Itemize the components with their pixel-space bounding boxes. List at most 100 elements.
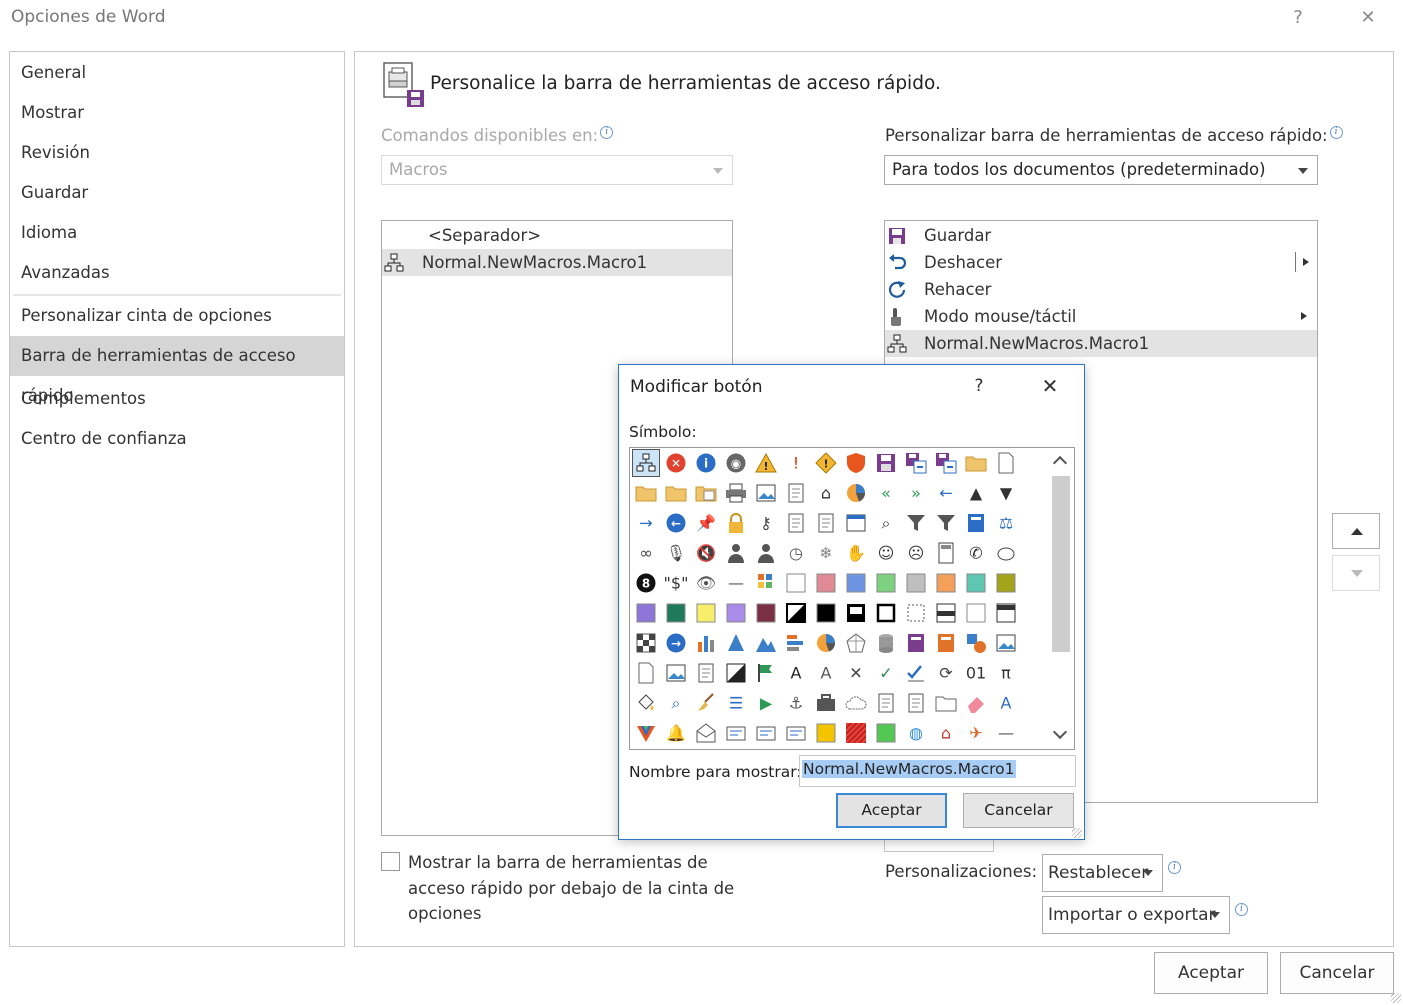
blue-square-icon[interactable]: [843, 570, 869, 596]
dialog-ok-button[interactable]: Aceptar: [836, 793, 947, 828]
check-list-icon[interactable]: [903, 660, 929, 686]
page-play-icon[interactable]: [813, 510, 839, 536]
signpost-icon[interactable]: ✈: [963, 720, 989, 746]
green-square-icon[interactable]: [873, 570, 899, 596]
smile-icon[interactable]: ☺: [873, 540, 899, 566]
cone-icon[interactable]: [723, 630, 749, 656]
list-item[interactable]: Guardar: [885, 222, 1317, 249]
cancel-button[interactable]: Cancelar: [1280, 952, 1394, 994]
bar-square-icon[interactable]: [933, 600, 959, 626]
printer-icon[interactable]: [723, 480, 749, 506]
black-square-icon[interactable]: [813, 600, 839, 626]
clipboard-icon[interactable]: [903, 690, 929, 716]
warning-diamond-icon[interactable]: !: [813, 450, 839, 476]
mute-icon[interactable]: 🔇: [693, 540, 719, 566]
radar-icon[interactable]: [843, 630, 869, 656]
info-circle-icon[interactable]: i: [693, 450, 719, 476]
pie-icon[interactable]: [813, 630, 839, 656]
microphone-icon[interactable]: 🎙: [663, 540, 689, 566]
cloud-icon[interactable]: [843, 690, 869, 716]
sad-icon[interactable]: ☹: [903, 540, 929, 566]
filter-alt-icon[interactable]: [933, 510, 959, 536]
triangle-down-icon[interactable]: ▼: [993, 480, 1019, 506]
list-item[interactable]: Deshacer: [885, 249, 1317, 276]
calendar-icon[interactable]: [843, 510, 869, 536]
copy-icon[interactable]: [873, 690, 899, 716]
double-left-icon[interactable]: «: [873, 480, 899, 506]
lavender-square-icon[interactable]: [723, 600, 749, 626]
folder-doc-icon[interactable]: [693, 480, 719, 506]
book-icon[interactable]: [963, 510, 989, 536]
nav-item-trust-center[interactable]: Centro de confianza: [10, 419, 344, 459]
eraser-icon[interactable]: [963, 690, 989, 716]
white-square-icon[interactable]: [783, 570, 809, 596]
bar-chart-icon[interactable]: [693, 630, 719, 656]
key-icon[interactable]: ⚷: [753, 510, 779, 536]
mountains-icon[interactable]: [753, 630, 779, 656]
macro-icon[interactable]: [633, 450, 659, 476]
nav-item-proofing[interactable]: Revisión: [10, 133, 344, 173]
script-a-icon[interactable]: A: [993, 690, 1019, 716]
symbol-grid[interactable]: ✕i◉!!!⌂«»←▲▼→←📌⚷⌕⚖∞🎙🔇◷❄✋☺☹✆8"$"👁—→AA✕✓⟳0…: [629, 447, 1075, 750]
document-icon[interactable]: [993, 450, 1019, 476]
phone-icon[interactable]: ✆: [963, 540, 989, 566]
maroon-square-icon[interactable]: [753, 600, 779, 626]
lock-icon[interactable]: [723, 510, 749, 536]
darkgreen-square-icon[interactable]: [663, 600, 689, 626]
play-icon[interactable]: ▶: [753, 690, 779, 716]
submenu-arrow-icon[interactable]: [1303, 258, 1309, 266]
bell-icon[interactable]: 🔔: [663, 720, 689, 746]
orange-book-icon[interactable]: [933, 630, 959, 656]
cancel-circle-icon[interactable]: ✕: [663, 450, 689, 476]
dialog-resize-grip[interactable]: [1072, 828, 1082, 838]
resize-grip[interactable]: [1391, 993, 1401, 1003]
binary-icon[interactable]: 01: [963, 660, 989, 686]
nav-item-customize-ribbon[interactable]: Personalizar cinta de opciones: [10, 296, 344, 336]
green-block-icon[interactable]: [873, 720, 899, 746]
text-a-icon[interactable]: A: [783, 660, 809, 686]
check-card-icon[interactable]: [783, 720, 809, 746]
toolbox-icon[interactable]: [813, 690, 839, 716]
database-icon[interactable]: [873, 630, 899, 656]
blank-page-icon[interactable]: [633, 660, 659, 686]
scroll-up-icon[interactable]: [1053, 456, 1067, 470]
page-copy-icon[interactable]: [783, 510, 809, 536]
shapes-icon[interactable]: [963, 630, 989, 656]
diagonal-icon[interactable]: [723, 660, 749, 686]
scales-icon[interactable]: ⚖: [993, 510, 1019, 536]
orange-square-icon[interactable]: [933, 570, 959, 596]
circle-arrow-icon[interactable]: →: [663, 630, 689, 656]
filter-icon[interactable]: [903, 510, 929, 536]
commands-dropdown[interactable]: Macros: [381, 155, 733, 185]
olive-square-icon[interactable]: [993, 570, 1019, 596]
scroll-down-icon[interactable]: [1053, 725, 1067, 739]
notepad-icon[interactable]: [783, 480, 809, 506]
text-a-grey-icon[interactable]: A: [813, 660, 839, 686]
move-down-button[interactable]: [1332, 555, 1380, 591]
display-name-input[interactable]: Normal.NewMacros.Macro1: [799, 755, 1076, 787]
purple-square-icon[interactable]: [633, 600, 659, 626]
empty-square-icon[interactable]: [963, 600, 989, 626]
submenu-arrow-icon[interactable]: [1301, 312, 1307, 320]
import-export-dropdown-button[interactable]: Importar o exportar: [1042, 896, 1230, 934]
clock-icon[interactable]: ◷: [783, 540, 809, 566]
x-mark-icon[interactable]: ✕: [843, 660, 869, 686]
teal-square-icon[interactable]: [963, 570, 989, 596]
target-icon[interactable]: ◉: [723, 450, 749, 476]
house-icon[interactable]: ⌂: [933, 720, 959, 746]
list-item[interactable]: Rehacer: [885, 276, 1317, 303]
refresh-icon[interactable]: ⟳: [933, 660, 959, 686]
customize-dropdown[interactable]: Para todos los documentos (predeterminad…: [884, 155, 1318, 185]
save-icon[interactable]: [873, 450, 899, 476]
pie-chart-icon[interactable]: [843, 480, 869, 506]
black-frame-icon[interactable]: [843, 600, 869, 626]
list-item[interactable]: Normal.NewMacros.Macro1: [885, 330, 1317, 357]
warning-triangle-icon[interactable]: !: [753, 450, 779, 476]
triangle-up-icon[interactable]: ▲: [963, 480, 989, 506]
dotted-square-icon[interactable]: [903, 600, 929, 626]
arrow-right-icon[interactable]: →: [633, 510, 659, 536]
picture-frame-icon[interactable]: [663, 660, 689, 686]
dollar-icon[interactable]: "$": [663, 570, 689, 596]
gold-square-icon[interactable]: [813, 720, 839, 746]
strip-square-icon[interactable]: [993, 600, 1019, 626]
